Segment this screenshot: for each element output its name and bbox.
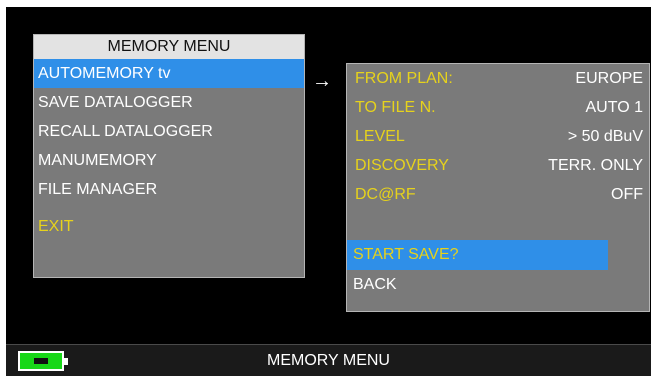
submenu-row-discovery[interactable]: DISCOVERY TERR. ONLY [347,151,649,180]
submenu-spacer [347,209,649,240]
submenu-row-level[interactable]: LEVEL > 50 dBuV [347,122,649,151]
automemory-submenu: FROM PLAN: EUROPE TO FILE N. AUTO 1 LEVE… [346,63,650,312]
level-value: > 50 dBuV [567,128,643,145]
discovery-value: TERR. ONLY [548,157,643,174]
status-bar-title: MEMORY MENU [267,352,390,369]
menu-item-manumemory[interactable]: MANUMEMORY [34,146,304,175]
menu-item-file-manager[interactable]: FILE MANAGER [34,175,304,204]
submenu-row-to-file[interactable]: TO FILE N. AUTO 1 [347,93,649,122]
dc-rf-label: DC@RF [355,186,416,203]
submenu-row-dc-rf[interactable]: DC@RF OFF [347,180,649,209]
status-bar: MEMORY MENU [6,344,651,376]
back-button[interactable]: BACK [347,270,608,300]
to-file-value: AUTO 1 [585,99,644,116]
right-arrow-icon: → [312,70,332,92]
submenu-row-from-plan[interactable]: FROM PLAN: EUROPE [347,64,649,93]
start-save-button[interactable]: START SAVE? [347,240,608,270]
discovery-label: DISCOVERY [355,157,449,174]
to-file-label: TO FILE N. [355,99,436,116]
menu-item-exit[interactable]: EXIT [34,212,304,241]
dc-rf-value: OFF [611,186,643,203]
level-label: LEVEL [355,128,405,145]
memory-menu: MEMORY MENU AUTOMEMORY tv SAVE DATALOGGE… [33,34,305,278]
from-plan-label: FROM PLAN: [355,70,453,87]
menu-item-automemory-tv[interactable]: AUTOMEMORY tv [34,59,304,88]
memory-menu-title: MEMORY MENU [34,35,304,59]
menu-spacer [34,204,304,212]
from-plan-value: EUROPE [575,70,643,87]
menu-item-save-datalogger[interactable]: SAVE DATALOGGER [34,88,304,117]
device-screen: MEMORY MENU AUTOMEMORY tv SAVE DATALOGGE… [6,7,651,376]
menu-item-recall-datalogger[interactable]: RECALL DATALOGGER [34,117,304,146]
